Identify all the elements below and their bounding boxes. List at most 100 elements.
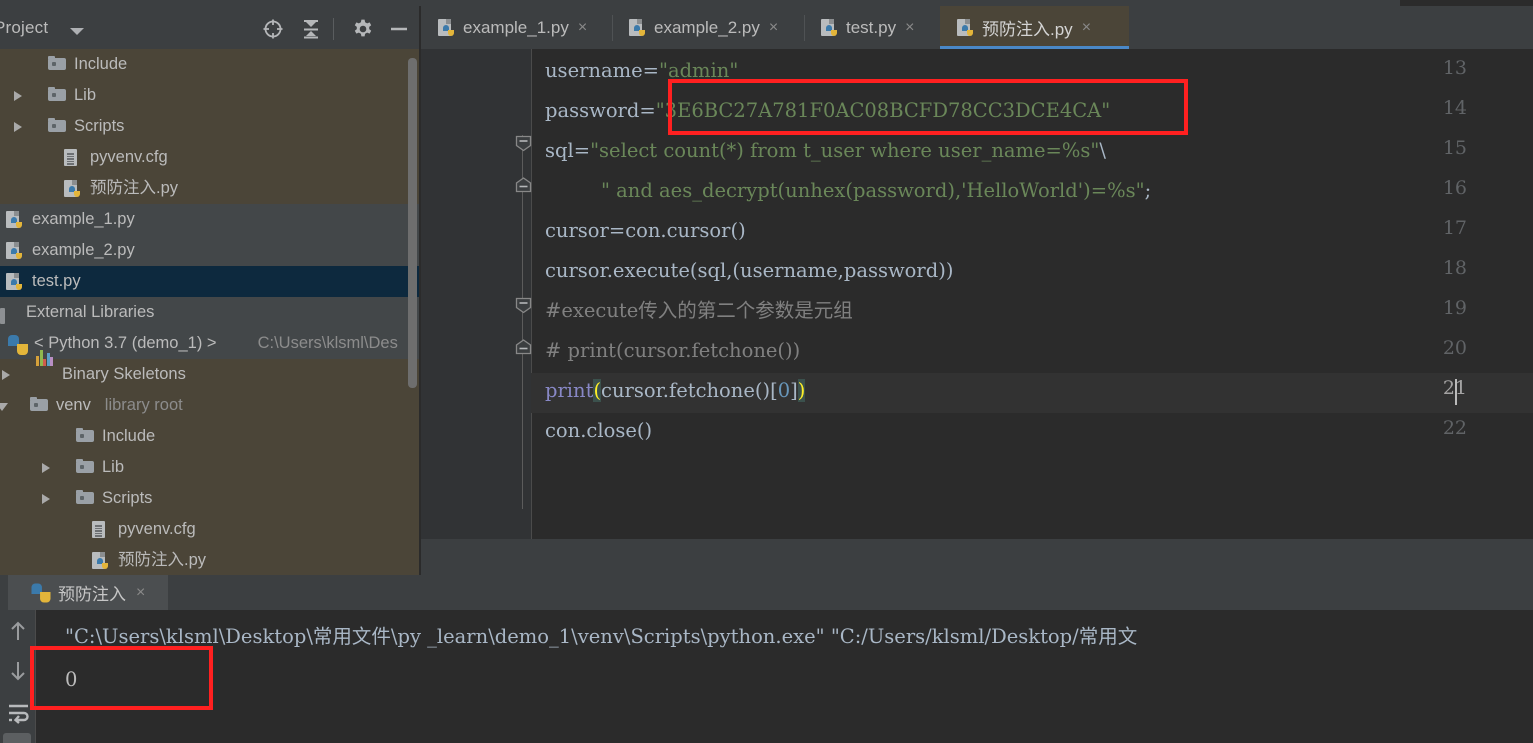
folder-icon xyxy=(76,459,94,477)
tree-item-include[interactable]: Include xyxy=(0,49,420,80)
chevron-right-icon[interactable] xyxy=(42,494,50,504)
down-arrow-icon[interactable] xyxy=(7,660,29,682)
python-file-icon xyxy=(6,273,24,291)
gear-icon[interactable] xyxy=(352,18,374,40)
fold-region-line-gap xyxy=(522,231,523,307)
pycharm-window: Project xyxy=(0,0,1533,743)
up-arrow-icon[interactable] xyxy=(7,620,29,642)
code-token-sql-continuation: \ xyxy=(1099,139,1106,162)
code-editor[interactable]: 13141516171819202122 xyxy=(421,49,1533,539)
editor-tab-example_1-py[interactable]: example_1.py × xyxy=(421,6,629,49)
tree-item-label: External Libraries xyxy=(26,303,155,321)
run-tab[interactable]: 预防注入 × xyxy=(8,575,168,610)
tree-item-pyvenv-cfg[interactable]: pyvenv.cfg xyxy=(0,142,420,173)
code-token-username-var: username= xyxy=(545,59,659,82)
tree-item-label: Scripts xyxy=(74,117,125,135)
tree-item-label: Binary Skeletons xyxy=(62,365,186,383)
tree-item--python-3-7-demo_1-[interactable]: < Python 3.7 (demo_1) > C:\Users\klsml\De… xyxy=(0,328,420,359)
tree-item-label: 预防注入.py xyxy=(90,179,179,197)
tree-item-scripts[interactable]: Scripts xyxy=(0,111,420,142)
code-line-18: cursor.execute(sql,(username,password)) xyxy=(545,251,953,291)
tree-item-预防注入-py[interactable]: 预防注入.py xyxy=(0,545,420,575)
tree-item-example_1-py[interactable]: example_1.py xyxy=(0,204,420,235)
project-header: Project xyxy=(0,6,420,49)
fold-collapse-icon-1[interactable] xyxy=(515,135,532,152)
tree-item-test-py[interactable]: test.py xyxy=(0,266,420,297)
tree-item-label: Scripts xyxy=(102,489,153,507)
code-token-print-inner: cursor.fetchone()[ xyxy=(601,379,778,402)
tool-window-resize-nub[interactable] xyxy=(3,733,31,743)
chevron-right-icon[interactable] xyxy=(14,91,22,101)
code-token-execute-args: (sql,(username,password)) xyxy=(689,259,954,282)
tree-item-label: Include xyxy=(74,55,128,73)
cfg-file-icon xyxy=(64,149,82,167)
tree-item-example_2-py[interactable]: example_2.py xyxy=(0,235,420,266)
code-line-16: " and aes_decrypt(unhex(password),'Hello… xyxy=(601,171,1151,211)
chevron-right-icon[interactable] xyxy=(2,370,10,380)
close-icon[interactable]: × xyxy=(769,19,778,36)
folder-icon xyxy=(48,56,66,74)
tree-item-binary-skeletons[interactable]: Binary Skeletons xyxy=(0,350,420,390)
project-tree[interactable]: Include Lib Scripts pyvenv.cfg 预防注入.py exampl… xyxy=(0,49,420,575)
tree-item-lib[interactable]: Lib xyxy=(0,80,420,111)
chevron-right-icon[interactable] xyxy=(14,122,22,132)
code-text[interactable]: username="admin" password="3E6BC27A781F0… xyxy=(531,49,1533,539)
code-line-20: # print(cursor.fetchone()) xyxy=(545,331,800,371)
editor-gutter[interactable] xyxy=(421,49,531,539)
console-output-line: 0 xyxy=(65,668,78,691)
locate-icon[interactable] xyxy=(262,18,284,40)
collapse-all-icon[interactable] xyxy=(300,18,322,40)
code-token-comment-cn: #execute传入的第二个参数是元组 xyxy=(545,299,853,322)
tree-item-scripts[interactable]: Scripts xyxy=(0,483,420,514)
code-token-print-index: 0 xyxy=(777,379,791,402)
console-command-line: "C:\Users\klsml\Desktop\常用文件\py _learn\d… xyxy=(65,625,1138,648)
code-token-password-val: "3E6BC27A781F0AC08BCFD78CC3DCE4CA" xyxy=(655,99,1111,122)
fold-collapse-icon-2[interactable] xyxy=(515,176,532,193)
code-token-print-keyword: print xyxy=(545,379,594,402)
code-line-21: print(cursor.fetchone()[0]) xyxy=(545,371,806,411)
tree-item-预防注入-py[interactable]: 预防注入.py xyxy=(0,173,420,204)
project-tool-window: Project xyxy=(0,6,420,575)
python-logo-icon xyxy=(8,335,28,355)
chevron-down-icon[interactable] xyxy=(0,403,8,411)
code-line-15: sql="select count(*) from t_user where u… xyxy=(545,131,1106,171)
folder-icon xyxy=(30,397,48,415)
tree-item-external-libraries[interactable]: External Libraries xyxy=(0,297,420,328)
close-icon[interactable]: × xyxy=(578,19,587,36)
close-icon[interactable]: × xyxy=(1082,19,1091,36)
code-token-password-var: password= xyxy=(545,99,656,122)
chevron-right-icon[interactable] xyxy=(42,463,50,473)
code-token-username-val: "admin" xyxy=(658,59,739,82)
project-title: Project xyxy=(0,18,49,37)
tree-item-lib[interactable]: Lib xyxy=(0,452,420,483)
minimize-icon[interactable] xyxy=(388,18,410,40)
bars-icon xyxy=(36,350,54,384)
tree-item-sublabel: library root xyxy=(104,396,183,414)
editor-tab-label: 预防注入.py xyxy=(982,20,1073,39)
code-token-matching-paren-open: ( xyxy=(593,379,602,402)
project-tree-scrollbar[interactable] xyxy=(408,58,417,388)
python-file-icon xyxy=(92,552,110,570)
tree-item-label: test.py xyxy=(32,272,81,290)
close-icon[interactable]: × xyxy=(905,19,914,36)
folder-icon xyxy=(76,490,94,508)
tree-item-include[interactable]: Include xyxy=(0,421,420,452)
tree-item-pyvenv-cfg[interactable]: pyvenv.cfg xyxy=(0,514,420,545)
console-divider xyxy=(35,610,36,743)
editor-tab-test-py[interactable]: test.py × xyxy=(804,6,957,49)
code-token-comment-print: # print(cursor.fetchone()) xyxy=(545,339,801,362)
run-console[interactable]: "C:\Users\klsml\Desktop\常用文件\py _learn\d… xyxy=(35,610,1533,743)
editor-tab-预防注入-py[interactable]: 预防注入.py × xyxy=(940,6,1129,49)
fold-collapse-icon-3[interactable] xyxy=(515,297,532,314)
code-line-22: con.close() xyxy=(545,411,652,451)
soft-wrap-icon[interactable] xyxy=(7,702,31,724)
chevron-down-icon[interactable] xyxy=(70,28,84,35)
run-side-toolbar xyxy=(0,610,35,743)
tree-item-label: Include xyxy=(102,427,156,445)
editor-tab-label: example_1.py xyxy=(463,17,569,37)
close-icon[interactable]: × xyxy=(136,584,145,602)
tree-item-venv[interactable]: venv library root xyxy=(0,390,420,421)
editor-tab-example_2-py[interactable]: example_2.py × xyxy=(612,6,821,49)
fold-collapse-icon-4[interactable] xyxy=(515,338,532,355)
python-file-icon xyxy=(64,180,82,198)
